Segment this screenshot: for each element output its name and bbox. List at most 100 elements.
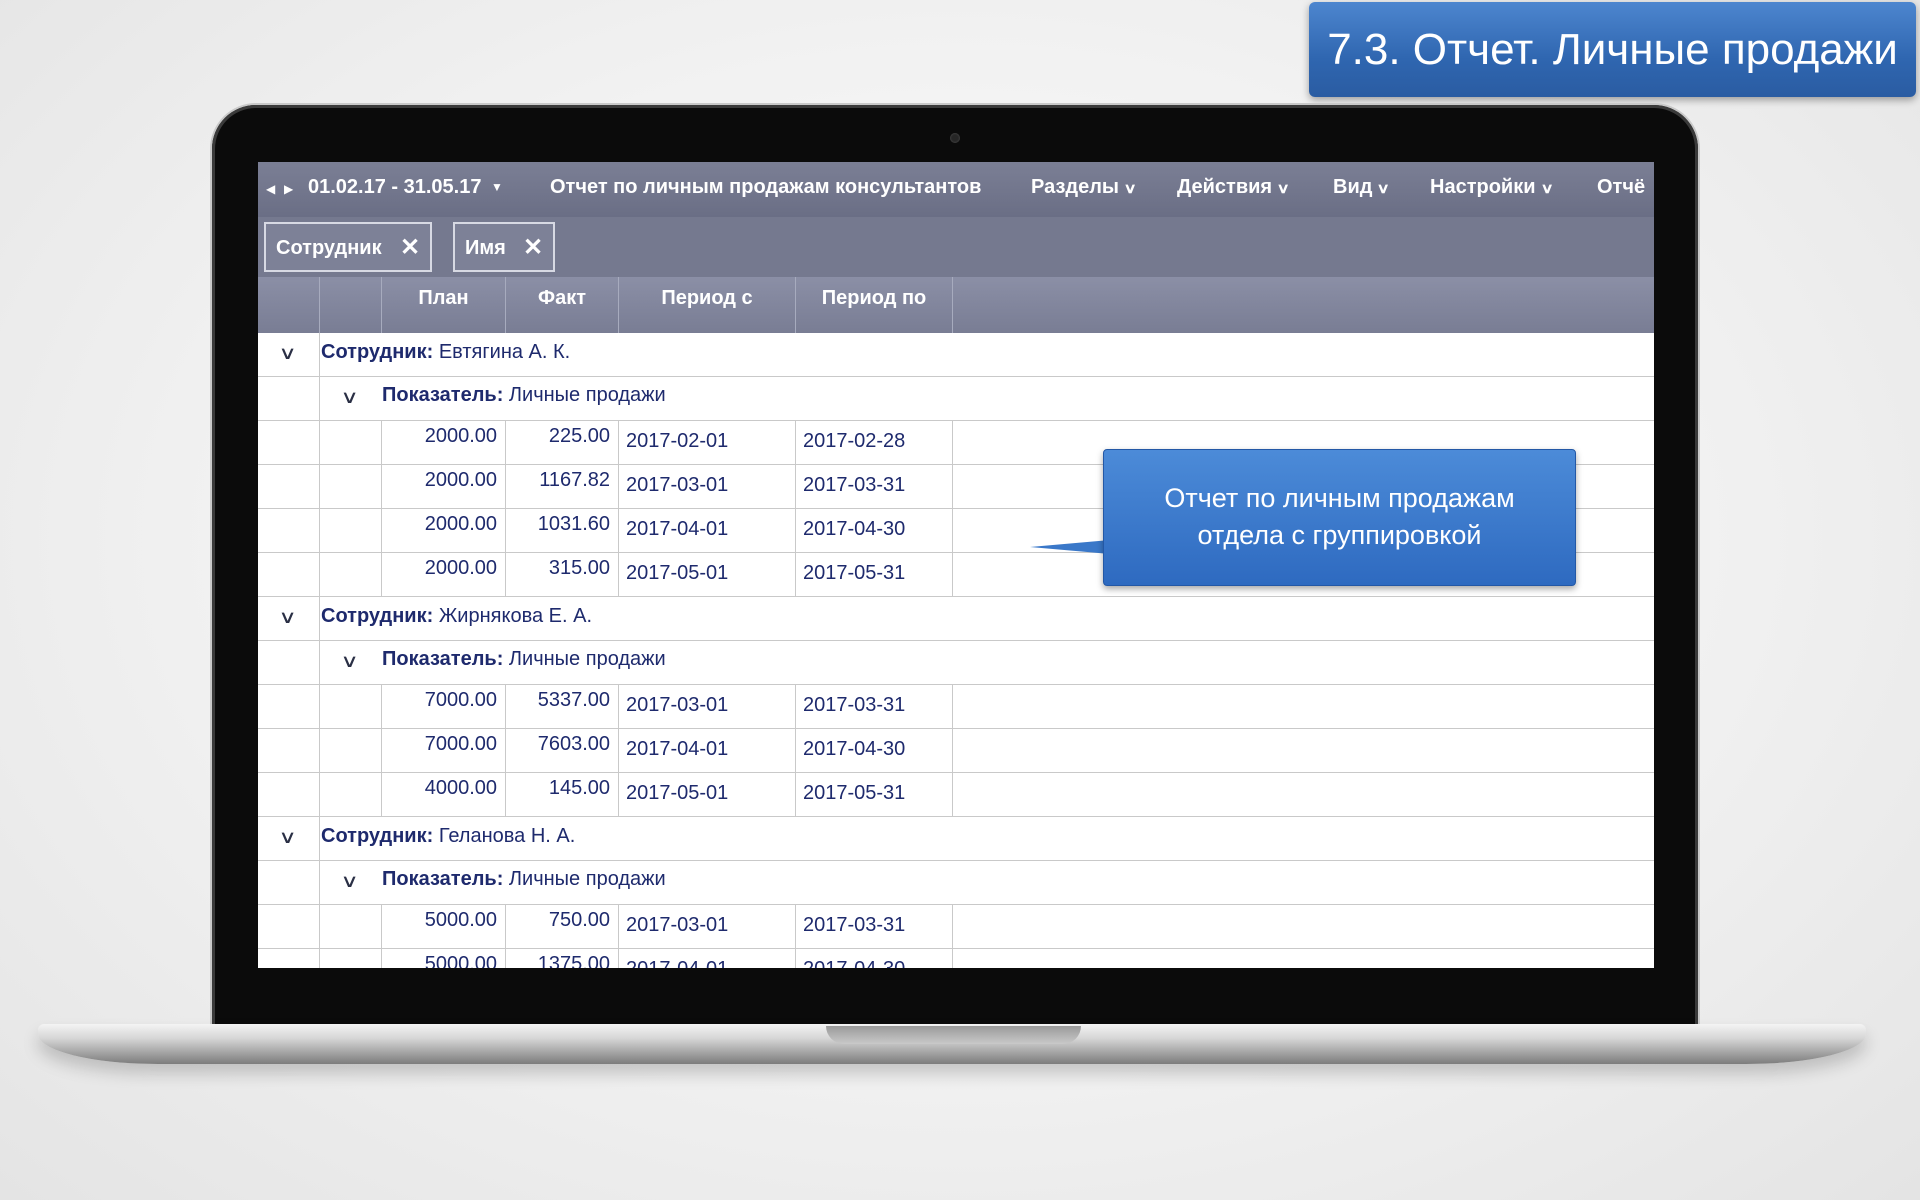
table-row[interactable]: 5000.001375.002017-04-012017-04-30 [258, 949, 1654, 968]
column-header-to[interactable]: Период по [796, 277, 953, 333]
cell-plan[interactable]: 5000.00 [382, 949, 506, 968]
cell-period-to[interactable]: 2017-03-31 [796, 905, 953, 948]
menu-settings-label: Настройки [1430, 176, 1536, 198]
chevron-down-icon[interactable]: ∨ [278, 827, 296, 848]
group-label: Показатель: Личные продажи [382, 648, 666, 671]
cell-fact[interactable]: 145.00 [506, 773, 619, 816]
indent-cell [258, 729, 320, 772]
cell-plan[interactable]: 2000.00 [382, 421, 506, 464]
indent-cell [258, 509, 320, 552]
cell-period-to[interactable]: 2017-05-31 [796, 773, 953, 816]
cell-fact[interactable]: 315.00 [506, 553, 619, 596]
close-icon[interactable]: ✕ [523, 224, 543, 272]
column-header-from[interactable]: Период с [619, 277, 796, 333]
slide-title: 7.3. Отчет. Личные продажи [1309, 2, 1916, 97]
menu-sections[interactable]: Разделы ∨ [1031, 176, 1137, 199]
cell-plan[interactable]: 2000.00 [382, 465, 506, 508]
group-row-indicator[interactable]: ∨ Показатель: Личные продажи [258, 641, 1654, 685]
indicator-name: Личные продажи [508, 868, 666, 890]
cell-plan[interactable]: 2000.00 [382, 553, 506, 596]
group-chip-label: Имя [465, 237, 506, 259]
column-header-toggle [258, 277, 320, 333]
indent-cell [320, 685, 382, 728]
cell-period-to[interactable]: 2017-03-31 [796, 685, 953, 728]
cell-period-from[interactable]: 2017-04-01 [619, 509, 796, 552]
close-icon[interactable]: ✕ [400, 224, 420, 272]
group-row-employee[interactable]: ∨ Сотрудник: Жирнякова Е. А. [258, 597, 1654, 641]
indent-cell [258, 421, 320, 464]
indicator-name: Личные продажи [508, 648, 666, 670]
group-label-key: Показатель: [382, 648, 504, 670]
date-range-selector[interactable]: 01.02.17 - 31.05.17 ▼ [308, 176, 503, 199]
table-row[interactable]: 7000.00 7603.00 2017-04-01 2017-04-30 [258, 729, 1654, 773]
next-period-icon[interactable]: ▶ [284, 182, 293, 196]
table-row[interactable]: 4000.00 145.00 2017-05-01 2017-05-31 [258, 773, 1654, 817]
group-row-employee[interactable]: ∨ Сотрудник: Евтягина А. К. [258, 333, 1654, 377]
indent-cell [258, 465, 320, 508]
group-chip-employee[interactable]: Сотрудник ✕ [264, 222, 432, 272]
cell-period-from[interactable]: 2017-05-01 [619, 773, 796, 816]
cell-plan[interactable]: 4000.00 [382, 773, 506, 816]
group-row-employee[interactable]: ∨ Сотрудник: Геланова Н. А. [258, 817, 1654, 861]
column-header-row: План Факт Период с Период по [258, 277, 1654, 333]
chevron-down-icon[interactable]: ∨ [278, 607, 296, 628]
cell-period-from[interactable]: 2017-03-01 [619, 905, 796, 948]
cell-plan[interactable]: 7000.00 [382, 685, 506, 728]
column-header-plan[interactable]: План [382, 277, 506, 333]
group-chip-label: Сотрудник [276, 237, 382, 259]
menu-sections-label: Разделы [1031, 176, 1119, 198]
group-row-indicator[interactable]: ∨ Показатель: Личные продажи [258, 861, 1654, 905]
cell-period-from[interactable]: 2017-05-01 [619, 553, 796, 596]
group-label: Сотрудник: Евтягина А. К. [321, 341, 570, 364]
chevron-down-icon[interactable]: ∨ [340, 651, 358, 672]
cell-period-from[interactable]: 2017-04-01 [619, 949, 796, 968]
column-header-fact[interactable]: Факт [506, 277, 619, 333]
prev-period-icon[interactable]: ◀ [266, 182, 275, 196]
camera-icon [950, 133, 960, 143]
cell-period-to[interactable]: 2017-03-31 [796, 465, 953, 508]
group-label-key: Сотрудник: [321, 341, 434, 363]
table-row[interactable]: 7000.00 5337.00 2017-03-01 2017-03-31 [258, 685, 1654, 729]
cell-plan[interactable]: 7000.00 [382, 729, 506, 772]
indent-cell [320, 553, 382, 596]
callout-box: Отчет по личным продажам отдела с группи… [1103, 449, 1576, 586]
cell-fact[interactable]: 225.00 [506, 421, 619, 464]
menu-settings[interactable]: Настройки ∨ [1430, 176, 1553, 199]
table-row[interactable]: 5000.00 750.00 2017-03-01 2017-03-31 [258, 905, 1654, 949]
group-chip-name[interactable]: Имя ✕ [453, 222, 555, 272]
cell-plan[interactable]: 5000.00 [382, 905, 506, 948]
chevron-down-icon[interactable]: ∨ [340, 871, 358, 892]
cell-period-from[interactable]: 2017-02-01 [619, 421, 796, 464]
cell-fact[interactable]: 1031.60 [506, 509, 619, 552]
cell-fact[interactable]: 7603.00 [506, 729, 619, 772]
cell-period-to[interactable]: 2017-04-30 [796, 729, 953, 772]
indent-cell [258, 949, 320, 968]
indent-cell [258, 685, 320, 728]
cell-fact[interactable]: 1167.82 [506, 465, 619, 508]
cell-fact[interactable]: 750.00 [506, 905, 619, 948]
indent-cell [258, 641, 320, 684]
cell-fact[interactable]: 5337.00 [506, 685, 619, 728]
group-label-key: Сотрудник: [321, 825, 434, 847]
menu-actions[interactable]: Действия ∨ [1177, 176, 1290, 199]
cell-fact[interactable]: 1375.00 [506, 949, 619, 968]
cell-period-to[interactable]: 2017-05-31 [796, 553, 953, 596]
cell-period-from[interactable]: 2017-04-01 [619, 729, 796, 772]
cell-period-from[interactable]: 2017-03-01 [619, 685, 796, 728]
cell-period-to[interactable]: 2017-04-30 [796, 949, 953, 968]
menu-actions-label: Действия [1177, 176, 1273, 198]
chevron-down-icon[interactable]: ∨ [340, 387, 358, 408]
indent-cell [320, 465, 382, 508]
cell-period-from[interactable]: 2017-03-01 [619, 465, 796, 508]
cell-period-to[interactable]: 2017-02-28 [796, 421, 953, 464]
indent-cell [258, 773, 320, 816]
cell-plan[interactable]: 2000.00 [382, 509, 506, 552]
menu-reports-overflow[interactable]: Отчё [1597, 176, 1645, 199]
indent-cell [320, 949, 382, 968]
group-label: Показатель: Личные продажи [382, 384, 666, 407]
chevron-down-icon[interactable]: ∨ [278, 343, 296, 364]
callout-pointer [1030, 540, 1110, 554]
menu-view[interactable]: Вид ∨ [1333, 176, 1390, 199]
group-row-indicator[interactable]: ∨ Показатель: Личные продажи [258, 377, 1654, 421]
cell-period-to[interactable]: 2017-04-30 [796, 509, 953, 552]
